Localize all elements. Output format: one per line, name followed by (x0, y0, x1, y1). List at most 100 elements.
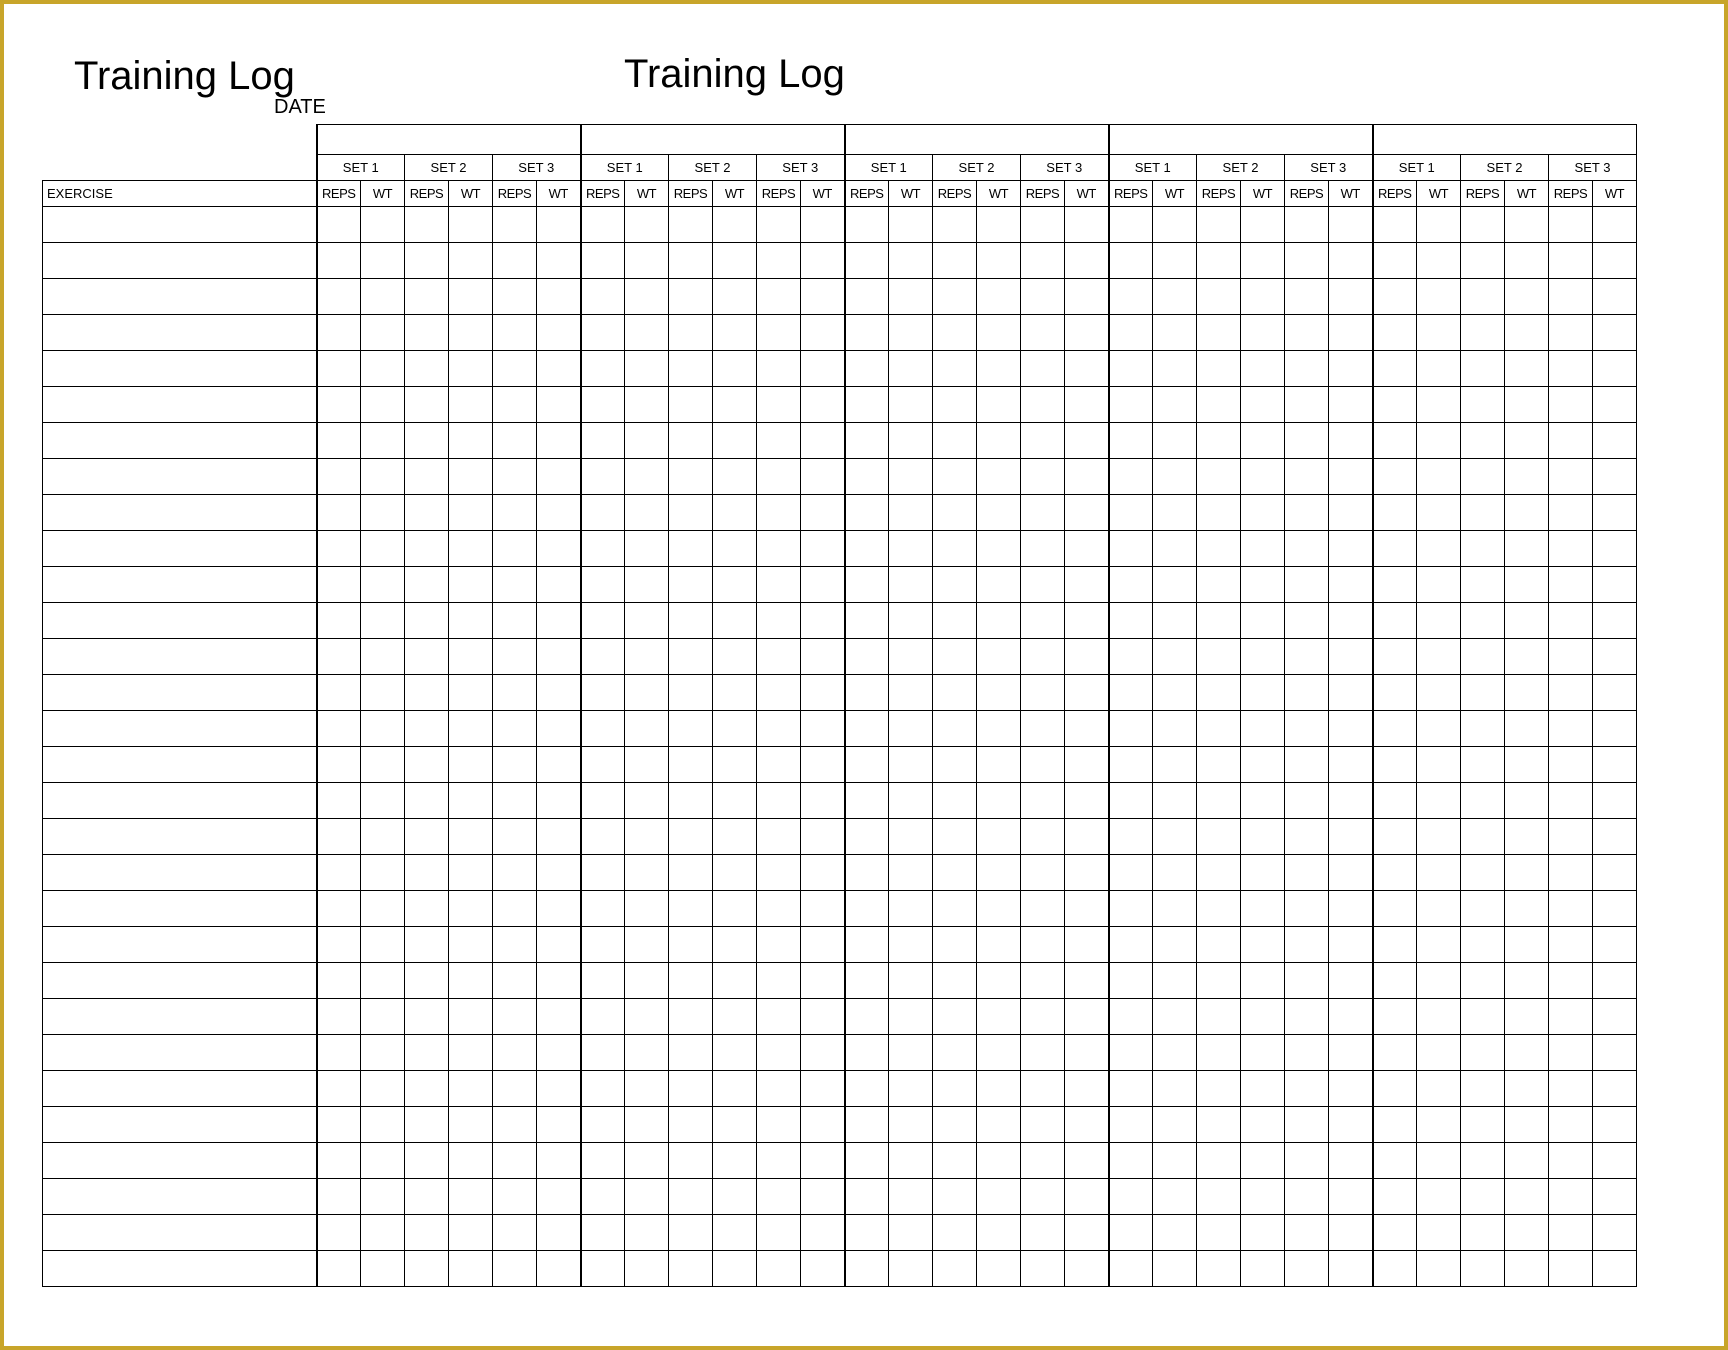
reps-cell[interactable] (1549, 207, 1593, 243)
reps-cell[interactable] (757, 279, 801, 315)
reps-cell[interactable] (1285, 1215, 1329, 1251)
reps-cell[interactable] (1285, 567, 1329, 603)
wt-cell[interactable] (361, 567, 405, 603)
reps-cell[interactable] (317, 495, 361, 531)
wt-cell[interactable] (801, 1035, 845, 1071)
wt-cell[interactable] (977, 1071, 1021, 1107)
wt-cell[interactable] (449, 927, 493, 963)
reps-cell[interactable] (933, 927, 977, 963)
reps-cell[interactable] (1021, 1071, 1065, 1107)
reps-cell[interactable] (1373, 459, 1417, 495)
reps-cell[interactable] (1549, 1251, 1593, 1287)
wt-cell[interactable] (1329, 819, 1373, 855)
wt-cell[interactable] (977, 855, 1021, 891)
reps-cell[interactable] (757, 315, 801, 351)
reps-cell[interactable] (669, 1071, 713, 1107)
reps-cell[interactable] (845, 999, 889, 1035)
wt-cell[interactable] (1593, 1071, 1637, 1107)
wt-cell[interactable] (1593, 1143, 1637, 1179)
wt-cell[interactable] (889, 819, 933, 855)
wt-cell[interactable] (977, 1107, 1021, 1143)
wt-cell[interactable] (889, 999, 933, 1035)
wt-cell[interactable] (449, 207, 493, 243)
wt-cell[interactable] (801, 711, 845, 747)
reps-cell[interactable] (405, 1035, 449, 1071)
wt-cell[interactable] (1065, 819, 1109, 855)
wt-cell[interactable] (1153, 603, 1197, 639)
exercise-name-cell[interactable] (43, 963, 317, 999)
reps-cell[interactable] (493, 243, 537, 279)
reps-cell[interactable] (493, 783, 537, 819)
wt-cell[interactable] (889, 207, 933, 243)
wt-cell[interactable] (1505, 531, 1549, 567)
reps-cell[interactable] (1285, 639, 1329, 675)
wt-cell[interactable] (537, 963, 581, 999)
reps-cell[interactable] (1373, 1035, 1417, 1071)
wt-cell[interactable] (449, 999, 493, 1035)
reps-cell[interactable] (405, 423, 449, 459)
reps-cell[interactable] (669, 459, 713, 495)
wt-cell[interactable] (1329, 639, 1373, 675)
wt-cell[interactable] (889, 1071, 933, 1107)
reps-cell[interactable] (493, 747, 537, 783)
reps-cell[interactable] (845, 603, 889, 639)
wt-cell[interactable] (801, 639, 845, 675)
wt-cell[interactable] (801, 1179, 845, 1215)
reps-cell[interactable] (1021, 819, 1065, 855)
wt-cell[interactable] (801, 1107, 845, 1143)
exercise-name-cell[interactable] (43, 567, 317, 603)
wt-cell[interactable] (977, 207, 1021, 243)
reps-cell[interactable] (757, 747, 801, 783)
reps-cell[interactable] (1549, 387, 1593, 423)
wt-cell[interactable] (1065, 1071, 1109, 1107)
wt-cell[interactable] (1153, 783, 1197, 819)
wt-cell[interactable] (1153, 1143, 1197, 1179)
wt-cell[interactable] (1241, 783, 1285, 819)
wt-cell[interactable] (1065, 423, 1109, 459)
reps-cell[interactable] (1197, 207, 1241, 243)
reps-cell[interactable] (1109, 855, 1153, 891)
reps-cell[interactable] (1109, 531, 1153, 567)
wt-cell[interactable] (1593, 963, 1637, 999)
reps-cell[interactable] (581, 999, 625, 1035)
reps-cell[interactable] (1285, 675, 1329, 711)
wt-cell[interactable] (889, 1143, 933, 1179)
wt-cell[interactable] (625, 207, 669, 243)
reps-cell[interactable] (1549, 243, 1593, 279)
wt-cell[interactable] (537, 495, 581, 531)
reps-cell[interactable] (757, 603, 801, 639)
exercise-name-cell[interactable] (43, 603, 317, 639)
reps-cell[interactable] (317, 927, 361, 963)
exercise-name-cell[interactable] (43, 999, 317, 1035)
wt-cell[interactable] (1241, 891, 1285, 927)
wt-cell[interactable] (1417, 1251, 1461, 1287)
wt-cell[interactable] (1153, 747, 1197, 783)
wt-cell[interactable] (361, 243, 405, 279)
reps-cell[interactable] (405, 243, 449, 279)
wt-cell[interactable] (1065, 351, 1109, 387)
reps-cell[interactable] (669, 351, 713, 387)
reps-cell[interactable] (845, 783, 889, 819)
reps-cell[interactable] (933, 783, 977, 819)
reps-cell[interactable] (1549, 1035, 1593, 1071)
exercise-name-cell[interactable] (43, 1143, 317, 1179)
wt-cell[interactable] (449, 675, 493, 711)
reps-cell[interactable] (1285, 783, 1329, 819)
wt-cell[interactable] (889, 315, 933, 351)
reps-cell[interactable] (317, 675, 361, 711)
wt-cell[interactable] (889, 855, 933, 891)
reps-cell[interactable] (1461, 855, 1505, 891)
reps-cell[interactable] (1461, 1107, 1505, 1143)
wt-cell[interactable] (801, 675, 845, 711)
reps-cell[interactable] (1549, 459, 1593, 495)
reps-cell[interactable] (317, 459, 361, 495)
wt-cell[interactable] (361, 459, 405, 495)
wt-cell[interactable] (625, 603, 669, 639)
reps-cell[interactable] (1461, 1179, 1505, 1215)
wt-cell[interactable] (801, 531, 845, 567)
wt-cell[interactable] (1153, 855, 1197, 891)
reps-cell[interactable] (669, 1251, 713, 1287)
wt-cell[interactable] (713, 1107, 757, 1143)
reps-cell[interactable] (1021, 423, 1065, 459)
exercise-name-cell[interactable] (43, 531, 317, 567)
